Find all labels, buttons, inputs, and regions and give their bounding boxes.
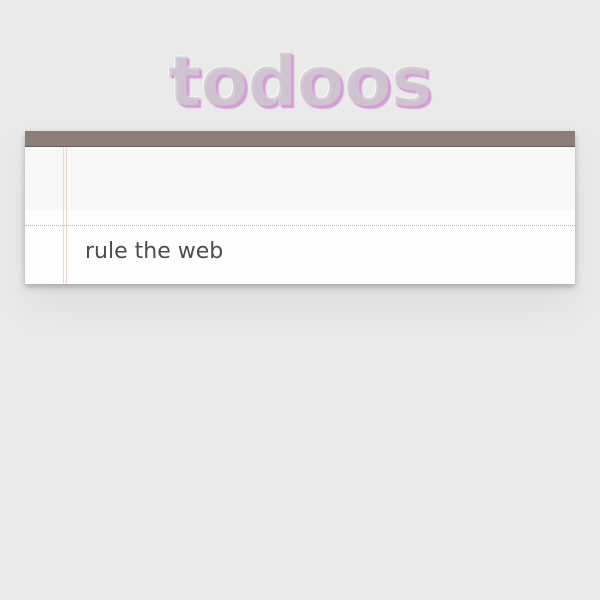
todo-app: todoos rule the web [0, 0, 600, 600]
new-todo-input[interactable] [85, 147, 565, 210]
app-title: todoos [168, 41, 433, 123]
todo-item[interactable]: rule the web [25, 226, 575, 284]
todo-item-label[interactable]: rule the web [85, 238, 223, 266]
panel-header-bar [25, 131, 575, 147]
todo-panel: rule the web [25, 131, 575, 284]
